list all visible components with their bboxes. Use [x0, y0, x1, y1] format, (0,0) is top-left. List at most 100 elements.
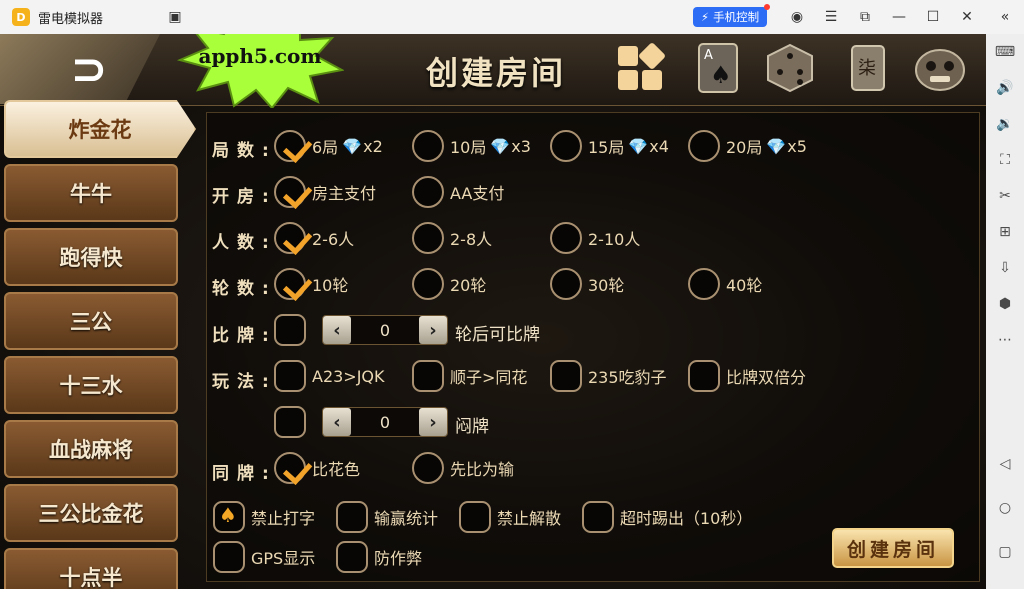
- menu-icon[interactable]: ☰: [820, 0, 842, 34]
- ban-dissolve-option[interactable]: 禁止解散: [459, 501, 561, 533]
- phone-control-button[interactable]: ⚡ 手机控制: [693, 4, 771, 27]
- aa-pay-option[interactable]: AA支付: [412, 176, 504, 208]
- menu-item-shisanshui[interactable]: 十三水: [4, 356, 178, 414]
- same-compare-suit[interactable]: 比花色: [274, 452, 360, 484]
- menu-item-niuniu[interactable]: 牛牛: [4, 164, 178, 222]
- compare-suffix: 轮后可比牌: [455, 325, 540, 345]
- poker-card-icon[interactable]: A ♠: [690, 40, 746, 96]
- back-nav-icon[interactable]: ◁: [986, 452, 1024, 476]
- rule-a23-jqk[interactable]: A23>JQK: [274, 360, 385, 392]
- decrement-button[interactable]: ‹: [323, 408, 351, 436]
- checkbox-checked[interactable]: [274, 176, 306, 208]
- players-option-2-8[interactable]: 2-8人: [412, 222, 492, 254]
- checkbox[interactable]: [412, 222, 444, 254]
- checkbox[interactable]: [274, 314, 306, 346]
- keyboard-icon[interactable]: ⌨: [986, 40, 1024, 64]
- anti-cheat-option[interactable]: 防作弊: [336, 541, 422, 573]
- checkbox[interactable]: [213, 541, 245, 573]
- more-icon[interactable]: ⋯: [986, 328, 1024, 352]
- volume-up-icon[interactable]: 🔊: [986, 76, 1024, 100]
- checkbox[interactable]: [550, 268, 582, 300]
- checkbox[interactable]: [412, 176, 444, 208]
- rounds-option-15[interactable]: 15局 💎 x4: [550, 130, 669, 162]
- checkbox[interactable]: [336, 541, 368, 573]
- timeout-kick-option[interactable]: 超时踢出（10秒）: [582, 501, 752, 533]
- checkbox[interactable]: [274, 406, 306, 438]
- menu-item-paodekuai[interactable]: 跑得快: [4, 228, 178, 286]
- checkbox[interactable]: [459, 501, 491, 533]
- scissors-icon[interactable]: ✂: [986, 184, 1024, 208]
- win-loss-stats-option[interactable]: 输赢统计: [336, 501, 438, 533]
- host-pay-option[interactable]: 房主支付: [274, 176, 376, 208]
- turns-option-20[interactable]: 20轮: [412, 268, 486, 300]
- checkbox[interactable]: [582, 501, 614, 533]
- fullscreen-icon[interactable]: ⛶: [986, 148, 1024, 172]
- checkbox-checked[interactable]: [274, 222, 306, 254]
- maximize-icon[interactable]: ☐: [922, 0, 944, 34]
- add-window-icon[interactable]: ⊞: [986, 220, 1024, 244]
- menu-item-xuezhan-mahjong[interactable]: 血战麻将: [4, 420, 178, 478]
- same-first-loses[interactable]: 先比为输: [412, 452, 514, 484]
- checkbox-checked[interactable]: [274, 130, 306, 162]
- checkbox[interactable]: [688, 360, 720, 392]
- minimize-icon[interactable]: —: [888, 0, 910, 34]
- menu-item-zhajinhua[interactable]: 炸金花: [4, 100, 196, 158]
- spade-checkbox-checked[interactable]: [213, 501, 245, 533]
- checkbox[interactable]: [274, 360, 306, 392]
- ban-typing-option[interactable]: 禁止打字: [213, 501, 315, 533]
- turns-option-30[interactable]: 30轮: [550, 268, 624, 300]
- rule-straight-flush[interactable]: 顺子>同花: [412, 360, 527, 392]
- lion-mask-icon[interactable]: [912, 40, 968, 96]
- checkbox[interactable]: [550, 130, 582, 162]
- checkbox[interactable]: [688, 268, 720, 300]
- checkbox[interactable]: [412, 268, 444, 300]
- compare-rounds-stepper: ‹ 0 ›: [322, 315, 448, 345]
- recent-nav-icon[interactable]: ▢: [986, 540, 1024, 564]
- checkbox[interactable]: [412, 130, 444, 162]
- menu-item-shidianban[interactable]: 十点半: [4, 548, 178, 589]
- turns-option-40[interactable]: 40轮: [688, 268, 762, 300]
- checkbox-checked[interactable]: [274, 452, 306, 484]
- menu-item-sangong-jinhua[interactable]: 三公比金花: [4, 484, 178, 542]
- sync-icon[interactable]: ⧉: [854, 0, 876, 34]
- checkbox[interactable]: [688, 130, 720, 162]
- checkbox[interactable]: [550, 222, 582, 254]
- players-option-2-10[interactable]: 2-10人: [550, 222, 640, 254]
- turns-label: 轮数:: [212, 279, 277, 299]
- mahjong-tile-icon[interactable]: 柒: [840, 40, 896, 96]
- turns-option-10[interactable]: 10轮: [274, 268, 348, 300]
- gps-option[interactable]: GPS显示: [213, 541, 315, 573]
- blind-toggle[interactable]: [274, 406, 312, 438]
- compare-toggle[interactable]: [274, 314, 312, 346]
- players-option-2-6[interactable]: 2-6人: [274, 222, 354, 254]
- rounds-option-10[interactable]: 10局 💎 x3: [412, 130, 531, 162]
- checkbox[interactable]: [550, 360, 582, 392]
- watermark: apph5.com: [176, 34, 344, 108]
- checkbox-checked[interactable]: [274, 268, 306, 300]
- settings-hex-icon[interactable]: ⬢: [986, 292, 1024, 316]
- grid-games-icon[interactable]: [612, 40, 668, 96]
- volume-down-icon[interactable]: 🔉: [986, 112, 1024, 136]
- checkbox[interactable]: [412, 452, 444, 484]
- dice-icon[interactable]: [762, 40, 818, 96]
- collapse-sidebar-icon[interactable]: «: [994, 0, 1016, 34]
- increment-button[interactable]: ›: [419, 408, 447, 436]
- rule-double-score[interactable]: 比牌双倍分: [688, 360, 806, 392]
- increment-button[interactable]: ›: [419, 316, 447, 344]
- rounds-option-20[interactable]: 20局 💎 x5: [688, 130, 807, 162]
- home-nav-icon[interactable]: ○: [986, 496, 1024, 520]
- checkbox[interactable]: [336, 501, 368, 533]
- rounds-option-6[interactable]: 6局 💎 x2: [274, 130, 383, 162]
- menu-item-sangong[interactable]: 三公: [4, 292, 178, 350]
- account-icon[interactable]: ◉: [786, 0, 808, 34]
- apk-icon[interactable]: ⇩: [986, 256, 1024, 280]
- checkbox[interactable]: [412, 360, 444, 392]
- decrement-button[interactable]: ‹: [323, 316, 351, 344]
- app-thumb-icon[interactable]: ▣: [164, 0, 186, 34]
- emulator-sidebar: ⌨ 🔊 🔉 ⛶ ✂ ⊞ ⇩ ⬢ ⋯ ◁ ○ ▢: [986, 34, 1024, 589]
- create-room-button[interactable]: 创建房间: [832, 528, 954, 568]
- title-bar: D 雷电模拟器 ▣ ⚡ 手机控制 ◉ ☰ ⧉ — ☐ ✕ «: [0, 0, 1024, 34]
- diamond-icon: 💎: [628, 136, 649, 156]
- close-icon[interactable]: ✕: [956, 0, 978, 34]
- rule-235[interactable]: 235吃豹子: [550, 360, 667, 392]
